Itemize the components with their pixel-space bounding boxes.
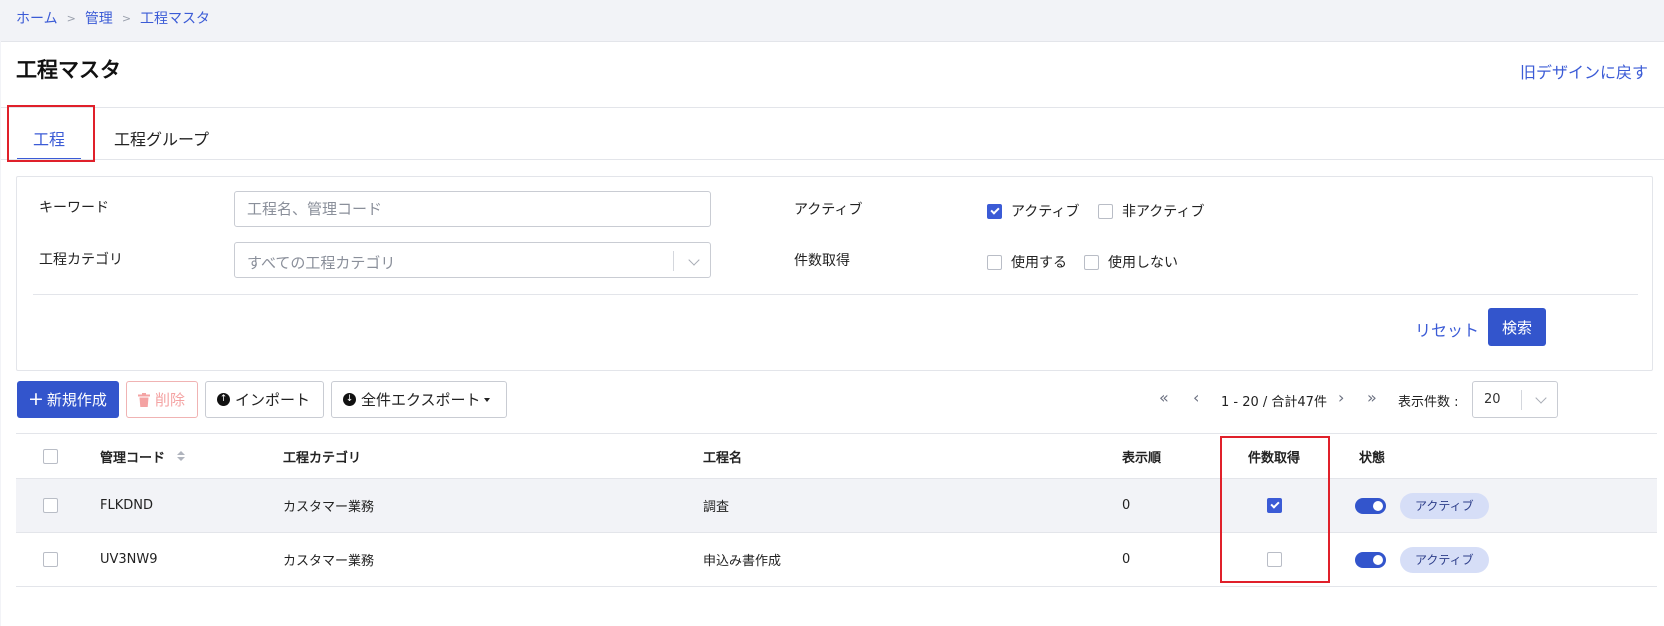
breadcrumb-current[interactable]: 工程マスタ — [140, 8, 210, 28]
export-button[interactable]: ↓ 全件エクスポート — [331, 381, 507, 418]
breadcrumb-separator: > — [121, 11, 132, 25]
chevron-down-icon — [688, 254, 700, 266]
select-all-checkbox[interactable] — [43, 434, 67, 478]
row-name: 調査 — [703, 500, 730, 515]
table-row[interactable]: UV3NW9 カスタマー業務 申込み書作成 0 アクティブ — [16, 533, 1657, 587]
divider — [1, 107, 1664, 108]
row-order: 0 — [1122, 498, 1131, 513]
row-select-checkbox[interactable] — [43, 533, 67, 586]
import-button[interactable]: ↑ インポート — [205, 381, 324, 418]
category-select[interactable]: すべての工程カテゴリ — [234, 242, 711, 278]
row-category: カスタマー業務 — [283, 554, 375, 569]
table-row[interactable]: FLKDND カスタマー業務 調査 0 アクティブ — [16, 479, 1657, 533]
new-button-label: 新規作成 — [46, 391, 107, 409]
row-count-checkbox[interactable] — [1267, 533, 1291, 586]
breadcrumb-separator: > — [66, 11, 76, 25]
reset-button[interactable]: リセット — [1415, 317, 1479, 341]
breadcrumb-admin[interactable]: 管理 — [85, 8, 113, 28]
header-name: 工程名 — [703, 450, 743, 466]
page-title: 工程マスタ — [16, 58, 121, 82]
count-use-label: 使用する — [1011, 255, 1067, 271]
row-name: 申込み書作成 — [703, 554, 782, 569]
page-size-label: 表示件数 : — [1398, 395, 1459, 410]
download-circle-icon: ↓ — [343, 393, 356, 406]
count-not-use-label: 使用しない — [1108, 255, 1178, 271]
export-button-label: 全件エクスポート — [361, 391, 481, 409]
checkbox-icon — [43, 448, 58, 464]
plus-icon: + — [28, 388, 44, 410]
status-toggle[interactable] — [1355, 497, 1386, 514]
header-category: 工程カテゴリ — [283, 450, 362, 466]
caret-down-icon — [483, 397, 490, 402]
old-design-link[interactable]: 旧デザインに戻す — [1520, 59, 1648, 83]
checkbox-icon — [1267, 552, 1282, 567]
prev-page-icon[interactable]: ‹ — [1193, 388, 1199, 407]
keyword-input-wrapper — [234, 191, 711, 227]
last-page-icon[interactable]: » — [1367, 388, 1377, 407]
header-code-label: 管理コード — [100, 450, 166, 466]
import-button-label: インポート — [235, 391, 311, 409]
row-category: カスタマー業務 — [283, 500, 375, 515]
checkbox-icon — [43, 498, 58, 513]
active-label: アクティブ — [794, 202, 863, 218]
sort-icon[interactable] — [177, 451, 186, 461]
header-code[interactable]: 管理コード — [100, 434, 186, 478]
row-code: FLKDND — [100, 498, 153, 513]
header-order: 表示順 — [1122, 450, 1162, 466]
page-size-value: 20 — [1484, 392, 1501, 407]
checkbox-icon — [987, 254, 1002, 270]
header-status: 状態 — [1359, 450, 1386, 466]
tab-process[interactable]: 工程 — [17, 118, 81, 160]
divider — [1, 159, 1664, 160]
count-label: 件数取得 — [794, 253, 850, 269]
row-code: UV3NW9 — [100, 552, 158, 567]
delete-button-label: 削除 — [155, 391, 186, 409]
checkbox-checked-icon — [987, 203, 1002, 219]
category-label: 工程カテゴリ — [39, 252, 123, 268]
pagination-range: 1 - 20 / 合計47件 — [1221, 395, 1327, 410]
table-header: 管理コード 工程カテゴリ 工程名 表示順 件数取得 状態 — [16, 433, 1657, 479]
status-badge: アクティブ — [1400, 492, 1489, 519]
active-checkbox[interactable]: アクティブ — [987, 201, 1079, 221]
status-toggle[interactable] — [1355, 551, 1386, 568]
count-use-checkbox[interactable]: 使用する — [987, 252, 1067, 272]
breadcrumb-home[interactable]: ホーム — [16, 8, 58, 28]
tab-process-group[interactable]: 工程グループ — [114, 118, 209, 150]
filter-panel: キーワード 工程カテゴリ すべての工程カテゴリ アクティブ アクティブ 非アクテ… — [16, 176, 1653, 371]
category-select-value: すべての工程カテゴリ — [247, 254, 396, 272]
inactive-checkbox-label: 非アクティブ — [1122, 204, 1205, 220]
header-count: 件数取得 — [1248, 450, 1301, 466]
keyword-input[interactable] — [235, 192, 710, 226]
row-status: アクティブ — [1355, 533, 1489, 586]
delete-button[interactable]: 削除 — [126, 381, 198, 418]
checkbox-icon — [43, 552, 58, 567]
trash-icon — [138, 392, 150, 407]
search-button[interactable]: 検索 — [1488, 308, 1546, 346]
chevron-down-icon — [1535, 392, 1547, 404]
first-page-icon[interactable]: « — [1159, 388, 1169, 407]
active-checkbox-label: アクティブ — [1011, 204, 1080, 220]
new-button[interactable]: + 新規作成 — [17, 381, 119, 418]
checkbox-icon — [1084, 254, 1099, 270]
row-select-checkbox[interactable] — [43, 479, 67, 532]
upload-circle-icon: ↑ — [217, 393, 230, 406]
select-separator — [1521, 390, 1522, 410]
inactive-checkbox[interactable]: 非アクティブ — [1098, 201, 1204, 221]
status-badge: アクティブ — [1400, 546, 1489, 573]
row-order: 0 — [1122, 552, 1131, 567]
count-not-use-checkbox[interactable]: 使用しない — [1084, 252, 1178, 272]
process-table: 管理コード 工程カテゴリ 工程名 表示順 件数取得 状態 FLKDND カスタマ… — [16, 433, 1657, 587]
keyword-label: キーワード — [39, 200, 109, 216]
checkbox-checked-icon — [1267, 498, 1282, 513]
next-page-icon[interactable]: › — [1338, 388, 1344, 407]
breadcrumb: ホーム > 管理 > 工程マスタ — [16, 8, 210, 28]
row-status: アクティブ — [1355, 479, 1489, 532]
page-size-select[interactable]: 20 — [1472, 381, 1558, 418]
row-count-checkbox[interactable] — [1267, 479, 1291, 532]
divider — [33, 294, 1638, 295]
select-separator — [673, 251, 674, 271]
main-panel: 工程マスタ 旧デザインに戻す 工程 工程グループ キーワード 工程カテゴリ すべ… — [1, 41, 1664, 626]
checkbox-icon — [1098, 203, 1113, 219]
